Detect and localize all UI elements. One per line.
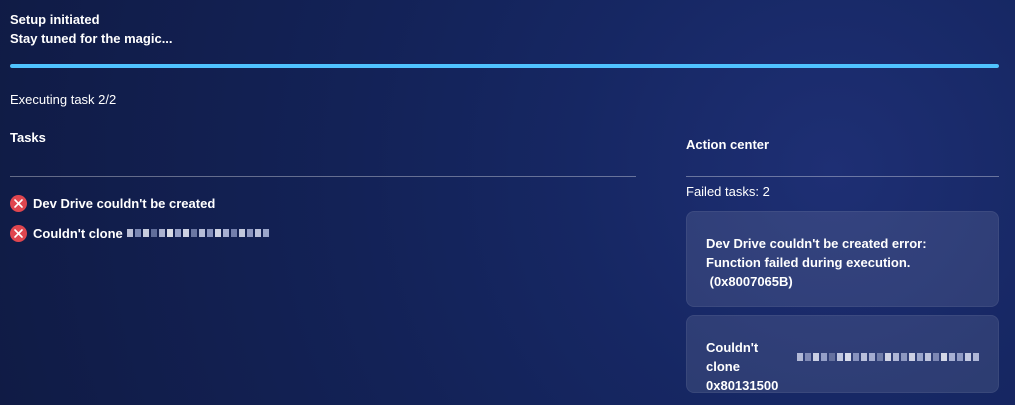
close-icon bbox=[14, 228, 23, 238]
tasks-divider bbox=[10, 176, 636, 177]
action-card-dev-drive-error: Dev Drive couldn't be created error: Fun… bbox=[686, 211, 999, 307]
task-label: Dev Drive couldn't be created bbox=[33, 195, 216, 211]
action-center-divider bbox=[686, 176, 999, 177]
task-item-clone: Couldn't clone bbox=[10, 224, 269, 242]
setup-subtitle: Stay tuned for the magic... bbox=[10, 31, 173, 46]
setup-title: Setup initiated bbox=[10, 12, 100, 27]
task-item-dev-drive: Dev Drive couldn't be created bbox=[10, 194, 269, 212]
card-message-line: Couldn't clone bbox=[706, 340, 759, 374]
action-card-clone-error: Couldn't clone 0x80131500 bbox=[686, 315, 999, 393]
close-icon bbox=[14, 198, 23, 208]
setup-progress-fill bbox=[10, 64, 999, 68]
setup-header: Setup initiated Stay tuned for the magic… bbox=[10, 10, 173, 48]
failed-tasks-count: Failed tasks: 2 bbox=[686, 184, 770, 199]
error-icon bbox=[10, 194, 27, 212]
task-label: Couldn't clone bbox=[33, 225, 123, 241]
card-error-code: (0x8007065B) bbox=[706, 274, 793, 289]
card-message-line: Function failed during execution. bbox=[706, 255, 911, 270]
error-icon bbox=[10, 224, 27, 242]
redacted-repo-name bbox=[126, 229, 269, 237]
card-message-line: Dev Drive couldn't be created error: bbox=[706, 236, 927, 251]
task-status-text: Executing task 2/2 bbox=[10, 92, 117, 107]
tasks-heading: Tasks bbox=[10, 130, 46, 145]
setup-progress-bar bbox=[10, 64, 999, 68]
redacted-repo-name bbox=[797, 353, 979, 361]
card-error-code: 0x80131500 bbox=[706, 378, 779, 393]
task-list: Dev Drive couldn't be created Couldn't c… bbox=[10, 194, 269, 254]
action-center-heading: Action center bbox=[686, 137, 770, 152]
